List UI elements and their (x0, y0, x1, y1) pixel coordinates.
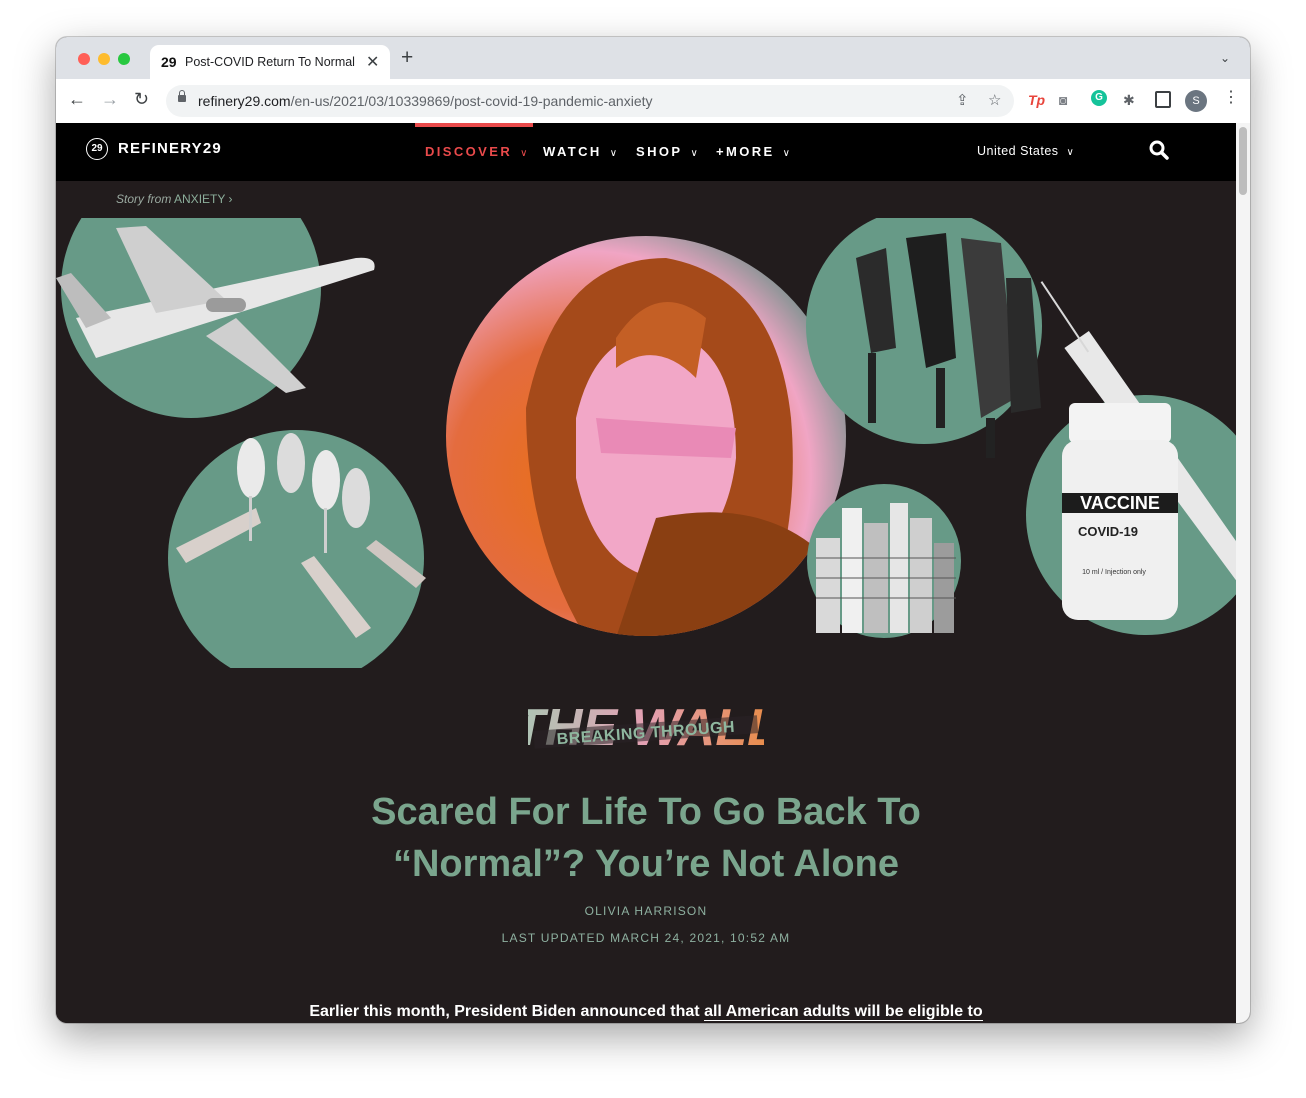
article-title: Scared For Life To Go Back To “Normal”? … (371, 791, 921, 885)
refinery29-favicon-icon: 29 (161, 54, 177, 70)
tab-title: Post-COVID Return To Normal (185, 55, 355, 69)
last-updated: LAST UPDATED MARCH 24, 2021, 10:52 AM (501, 931, 791, 945)
vaccine-volume: 10 ml / Injection only (1082, 569, 1146, 576)
active-nav-indicator (415, 123, 533, 127)
breadcrumb-section: ANXIETY (174, 192, 226, 206)
close-tab-icon[interactable]: ✕ (366, 52, 379, 72)
profile-avatar[interactable]: S (1185, 90, 1207, 112)
back-button[interactable]: ← (68, 89, 86, 109)
search-icon[interactable] (1149, 140, 1169, 162)
article-body-paragraph: Earlier this month, President Biden anno… (309, 1003, 983, 1021)
forward-button[interactable]: → (101, 89, 119, 109)
page-scrollbar[interactable] (1236, 123, 1250, 1023)
side-panel-icon[interactable] (1155, 91, 1171, 108)
chevron-down-icon: ∨ (690, 148, 698, 159)
site-logo-text[interactable]: REFINERY29 (118, 140, 222, 157)
chrome-menu-icon[interactable]: ⋮ (1223, 89, 1239, 107)
extensions-puzzle-icon[interactable]: ✱ (1123, 91, 1135, 109)
site-header: 29 REFINERY29 DISCOVER ∨ WATCH ∨ SHOP ∨ +MO… (56, 123, 1236, 181)
vaccine-label: VACCINE (1080, 493, 1160, 513)
zoom-window-button[interactable] (118, 53, 130, 65)
nav-watch[interactable]: WATCH ∨ (543, 144, 617, 159)
grammarly-icon[interactable]: G (1091, 90, 1107, 106)
breaking-through-the-wall-logo: THE WALL BREAKING THROUGH (528, 699, 764, 757)
nav-more[interactable]: +MORE ∨ (716, 144, 790, 159)
city-skyline-image (807, 484, 961, 638)
browser-toolbar: ← → ↻ refinery29.com/en-us/2021/03/10339… (56, 79, 1250, 124)
camera-extension-icon[interactable]: ◙ (1059, 91, 1067, 109)
anxious-woman-image (446, 236, 846, 636)
close-window-button[interactable] (78, 53, 90, 65)
share-icon[interactable]: ⇪ (956, 91, 969, 109)
tab-search-chevron-icon[interactable]: ⌄ (1220, 51, 1230, 65)
lock-icon (178, 90, 186, 102)
covid-vaccine-image: VACCINE COVID-19 10 ml / Injection only (1026, 281, 1236, 635)
author-byline[interactable]: OLIVIA HARRISON (56, 904, 1236, 918)
minimize-window-button[interactable] (98, 53, 110, 65)
chevron-down-icon: ∨ (609, 148, 618, 159)
article-inline-link[interactable]: all American adults will be eligible to (704, 1003, 983, 1021)
active-tab[interactable]: 29 Post-COVID Return To Normal ✕ (150, 45, 390, 79)
browser-window: 29 Post-COVID Return To Normal ✕ + ⌄ ← →… (56, 37, 1250, 1023)
page-viewport: 29 REFINERY29 DISCOVER ∨ WATCH ∨ SHOP ∨ +MO… (56, 123, 1236, 1023)
airplane-image (56, 218, 375, 418)
extension-tp-icon[interactable]: Tp (1028, 91, 1045, 109)
vaccine-sublabel: COVID-19 (1078, 524, 1138, 539)
chevron-down-icon: ∨ (520, 148, 528, 159)
tab-bar: 29 Post-COVID Return To Normal ✕ + ⌄ (56, 37, 1250, 79)
url-text[interactable]: refinery29.com/en-us/2021/03/10339869/po… (198, 93, 653, 109)
hero-collage: VACCINE COVID-19 10 ml / Injection only (56, 218, 1236, 668)
chevron-down-icon: ∨ (782, 148, 790, 159)
scrollbar-thumb[interactable] (1239, 127, 1247, 195)
nav-discover[interactable]: DISCOVER ∨ (425, 144, 527, 159)
chevron-right-icon: › (228, 192, 233, 206)
champagne-toast-image (168, 430, 426, 668)
breadcrumb[interactable]: Story from ANXIETY › (116, 192, 233, 206)
address-bar[interactable]: refinery29.com/en-us/2021/03/10339869/po… (166, 85, 1014, 117)
chevron-down-icon: ∨ (1066, 147, 1075, 158)
new-tab-button[interactable]: + (401, 47, 413, 68)
nav-shop[interactable]: SHOP ∨ (636, 144, 698, 159)
refinery29-logo-icon[interactable]: 29 (86, 138, 108, 160)
region-selector[interactable]: United States ∨ (977, 144, 1074, 158)
bookmark-star-icon[interactable]: ☆ (988, 91, 1001, 109)
reload-button[interactable]: ↻ (134, 89, 149, 109)
